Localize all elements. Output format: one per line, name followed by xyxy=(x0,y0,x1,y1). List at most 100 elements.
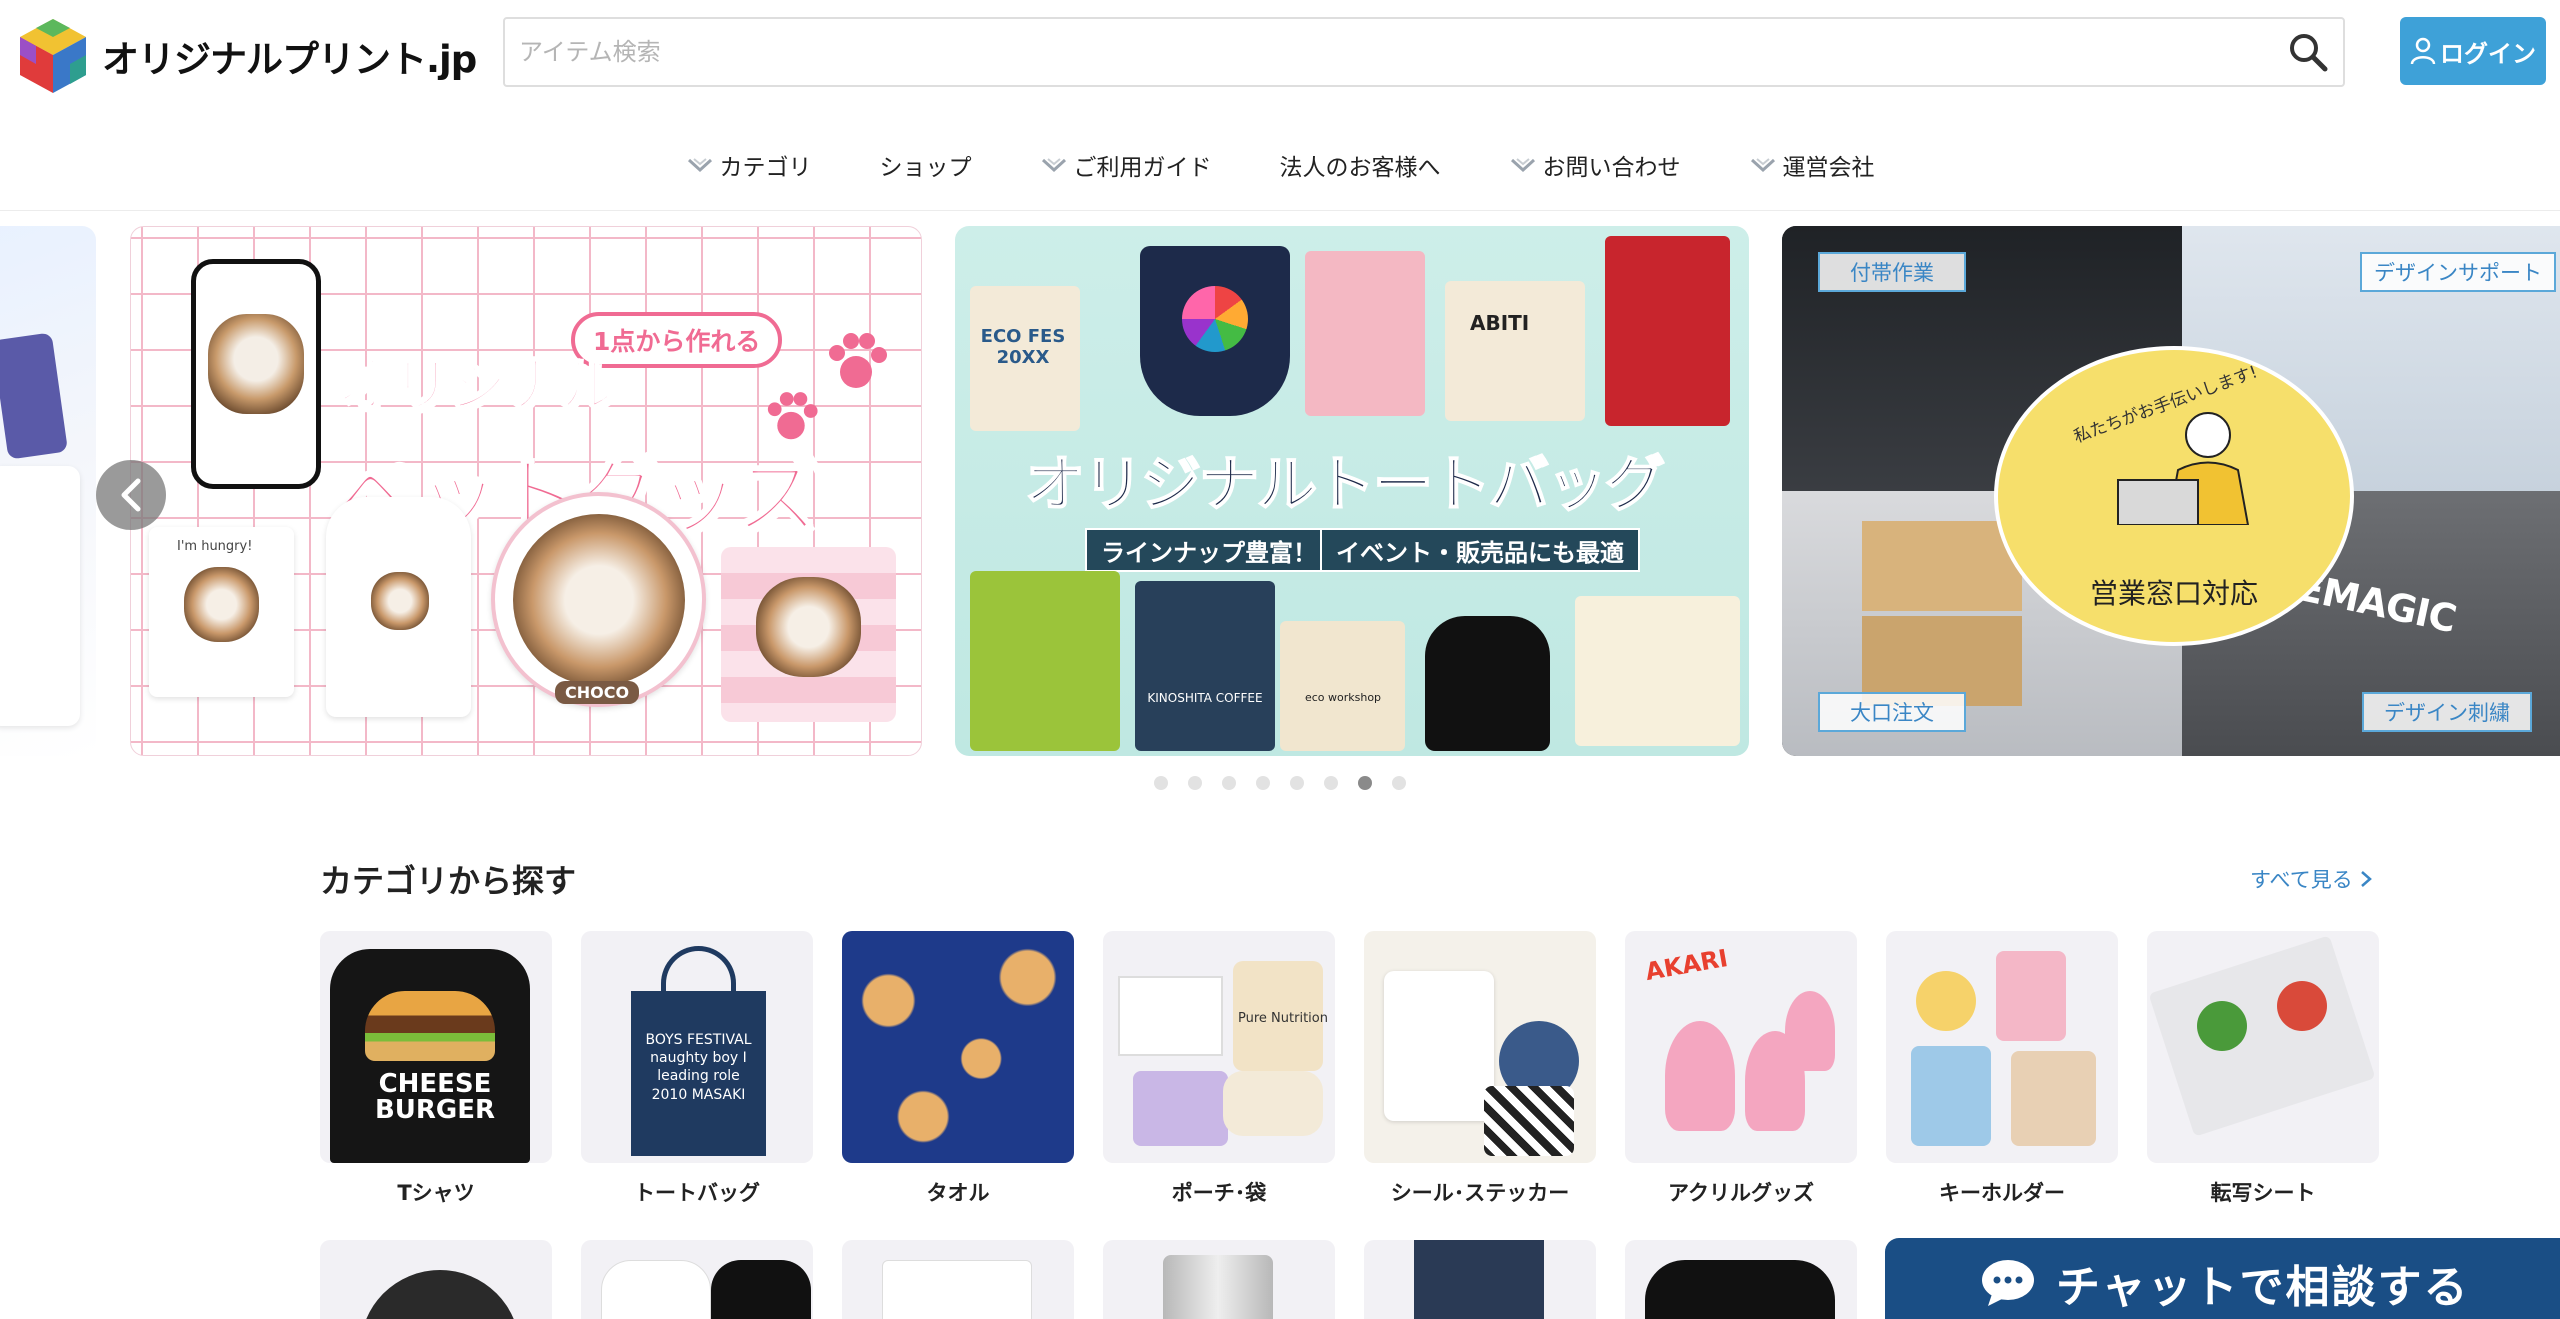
chat-label: チャットで相談する xyxy=(2056,1262,2470,1313)
nav-label: カテゴリ xyxy=(719,155,812,181)
nav-label: ご利用ガイド xyxy=(1073,155,1212,181)
sales-support-badge: 私たちがお手伝いします! 営業窓口対応 xyxy=(1994,346,2354,646)
carousel-slide-pet-goods[interactable]: 1点から作れる オリジナル ペットグッズ I'm hungry! CHOCO xyxy=(130,226,922,756)
category-image xyxy=(842,931,1074,1163)
nav-item-contact[interactable]: お問い合わせ xyxy=(1509,148,1681,182)
carousel-slide-business[interactable]: MAGEMAGIC 付帯作業 デザインサポート 大口注文 デザイン刺繍 私たちが… xyxy=(1782,226,2560,756)
category-image-text: Pure Nutrition xyxy=(1238,1011,1328,1026)
pet-cushion-image: CHOCO xyxy=(491,492,706,707)
nav-item-shop[interactable]: ショップ xyxy=(880,148,972,182)
category-label: 転写シート xyxy=(2210,1181,2316,1205)
category-transfer-sheet[interactable]: 転写シート xyxy=(2147,931,2379,1207)
chevron-down-icon xyxy=(687,158,712,173)
search-bar xyxy=(503,17,2345,87)
category-image: Pure Nutrition xyxy=(1103,931,1335,1163)
chevron-left-icon xyxy=(121,478,141,512)
bag-print-text: ABITI xyxy=(1470,311,1530,335)
search-input[interactable] xyxy=(505,19,2273,85)
slide-product-image xyxy=(0,332,69,460)
sticker-text: I'm hungry! xyxy=(177,539,253,554)
chevron-down-icon xyxy=(1750,158,1775,173)
puppy-photo xyxy=(208,314,304,414)
carousel-dot[interactable] xyxy=(1392,776,1406,790)
tote-black xyxy=(1425,616,1550,751)
nav-divider xyxy=(0,210,2560,211)
category-cap[interactable] xyxy=(320,1240,552,1319)
chevron-down-icon xyxy=(1510,158,1535,173)
chat-bubble-icon xyxy=(1982,1260,2034,1306)
paw-icon xyxy=(767,392,818,440)
carousel-prev-button[interactable] xyxy=(96,460,166,530)
nav-item-company[interactable]: 運営会社 xyxy=(1749,148,1875,182)
nav-label: 法人のお客様へ xyxy=(1279,155,1441,181)
category-sweatshirt[interactable] xyxy=(1625,1240,1857,1319)
label-design-embroidery: デザイン刺繍 xyxy=(2362,692,2532,732)
label-design-support: デザインサポート xyxy=(2360,252,2556,292)
category-label: キーホルダー xyxy=(1939,1181,2065,1205)
user-icon xyxy=(2410,37,2436,65)
category-image xyxy=(1364,931,1596,1163)
category-image: BOYS FESTIVAL naughty boy I leading role… xyxy=(581,931,813,1163)
see-all-link[interactable]: すべて見る xyxy=(2250,864,2373,894)
nav-item-business[interactable]: 法人のお客様へ xyxy=(1280,148,1441,182)
category-mug[interactable] xyxy=(842,1240,1074,1319)
carousel-dot[interactable] xyxy=(1324,776,1338,790)
nav-label: お問い合わせ xyxy=(1542,155,1681,181)
category-pouch[interactable]: Pure Nutrition ポーチ･袋 xyxy=(1103,931,1335,1207)
category-label: トートバッグ xyxy=(634,1181,760,1205)
bag-print-text: ECO FES 20XX xyxy=(980,326,1066,368)
tote-eco-fes: ECO FES 20XX xyxy=(970,286,1080,431)
category-label: タオル xyxy=(926,1181,990,1205)
paw-icon xyxy=(829,333,887,388)
tote-kinoshita: KINOSHITA COFFEE xyxy=(1135,581,1275,751)
login-button[interactable]: ログイン xyxy=(2400,17,2546,85)
search-button[interactable] xyxy=(2273,19,2343,85)
nav-item-guide[interactable]: ご利用ガイド xyxy=(1040,148,1212,182)
tote-green xyxy=(970,571,1120,751)
category-sticker[interactable]: シール･ステッカー xyxy=(1364,931,1596,1207)
chat-consult-button[interactable]: チャットで相談する xyxy=(1885,1238,2560,1319)
see-all-label: すべて見る xyxy=(2250,868,2353,892)
operator-illustration xyxy=(2117,412,2250,525)
carousel-dot[interactable] xyxy=(1154,776,1168,790)
tote-red xyxy=(1605,236,1730,426)
carousel-dot[interactable] xyxy=(1188,776,1202,790)
category-tumbler[interactable] xyxy=(1103,1240,1335,1319)
category-section-title: カテゴリから探す xyxy=(320,862,577,900)
site-logo[interactable]: オリジナルプリント.jp xyxy=(18,16,477,96)
nav-item-category[interactable]: カテゴリ xyxy=(686,148,812,182)
tote-title: オリジナルトートバッグ xyxy=(1024,449,1666,521)
category-tote-bag[interactable]: BOYS FESTIVAL naughty boy I leading role… xyxy=(581,931,813,1207)
tote-tag-event: イベント・販売品にも最適 xyxy=(1320,528,1640,572)
category-image xyxy=(2147,931,2379,1163)
tote-abiti: ABITI xyxy=(1445,281,1585,421)
carousel-dot[interactable] xyxy=(1256,776,1270,790)
bag-print-text: KINOSHITA COFFEE xyxy=(1147,691,1263,705)
main-nav: カテゴリ ショップ ご利用ガイド 法人のお客様へ お問い合わせ 運営会社 xyxy=(0,140,2560,190)
category-label: Tシャツ xyxy=(397,1181,475,1205)
category-polo[interactable] xyxy=(581,1240,813,1319)
tote-navy xyxy=(1140,246,1290,416)
carousel-dot[interactable] xyxy=(1290,776,1304,790)
category-bottoms[interactable] xyxy=(1364,1240,1596,1319)
category-towel[interactable]: タオル xyxy=(842,931,1074,1207)
label-incidental-work: 付帯作業 xyxy=(1818,252,1966,292)
carousel-dots xyxy=(0,776,2560,792)
pet-shirt-image xyxy=(326,497,471,717)
tote-eco-workshop: eco workshop xyxy=(1280,621,1405,751)
category-image-text: AKARI xyxy=(1643,943,1730,987)
category-image-text: BOYS FESTIVAL naughty boy I leading role… xyxy=(645,1032,752,1103)
category-image: AKARI xyxy=(1625,931,1857,1163)
category-tshirt[interactable]: CHEESE BURGER Tシャツ xyxy=(320,931,552,1207)
carousel-slide-tote-bag[interactable]: ECO FES 20XX ABITI オリジナルトートバッグ ラインナップ豊富！… xyxy=(955,226,1749,756)
category-image-text: CHEESE BURGER xyxy=(374,1069,496,1125)
carousel-dot[interactable] xyxy=(1222,776,1236,790)
category-acrylic[interactable]: AKARI アクリルグッズ xyxy=(1625,931,1857,1207)
category-label: ポーチ･袋 xyxy=(1171,1181,1267,1205)
carousel-slide-partial[interactable] xyxy=(0,226,96,756)
nav-label: ショップ xyxy=(879,155,972,181)
carousel-dot-active[interactable] xyxy=(1358,776,1372,790)
logo-cube-icon xyxy=(20,19,86,93)
tote-pink xyxy=(1305,251,1425,416)
category-keyholder[interactable]: キーホルダー xyxy=(1886,931,2118,1207)
